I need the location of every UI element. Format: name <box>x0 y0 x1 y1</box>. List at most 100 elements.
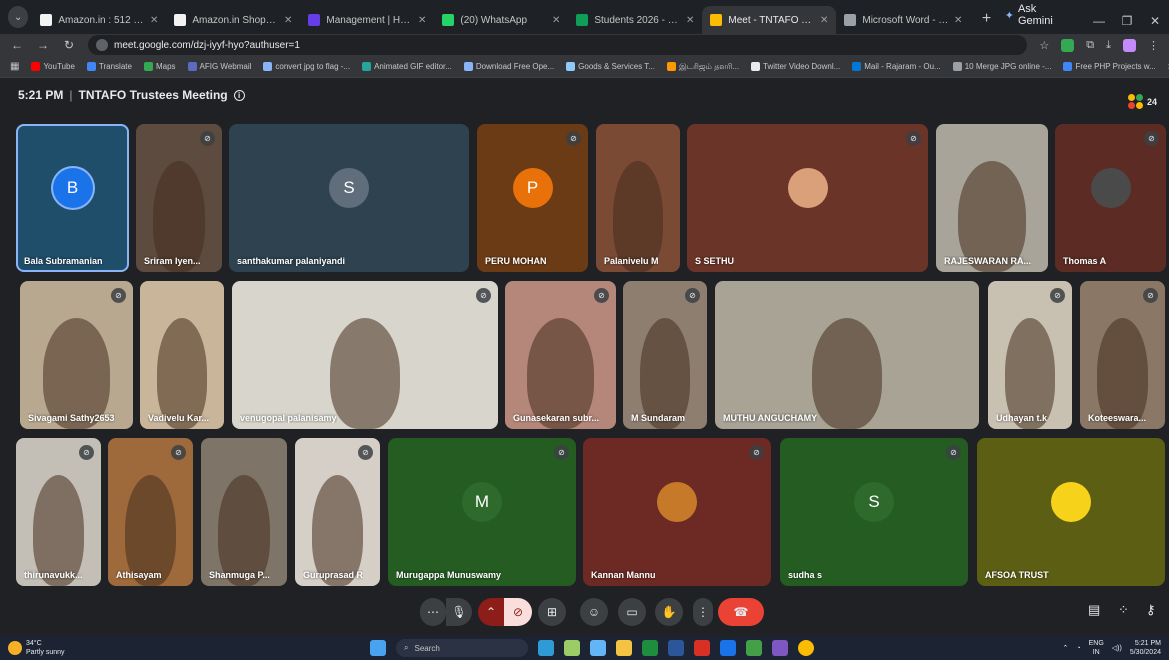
wifi-icon[interactable]: ◔ <box>1076 644 1080 653</box>
captions-button[interactable]: ▭ <box>618 598 646 626</box>
address-bar[interactable]: meet.google.com/dzj-iyyf-hyo?authuser=1 <box>88 35 1028 55</box>
tab-search-icon[interactable]: ⌄ <box>8 6 29 28</box>
close-window-icon[interactable]: ✕ <box>1141 14 1169 28</box>
browser-tab[interactable]: Amazon.in : 512 gb mobile ✕ <box>32 6 166 34</box>
participant-tile[interactable]: RAJESWARAN RA... <box>936 124 1048 272</box>
participant-tile[interactable]: ⊘ M Sundaram <box>623 281 707 429</box>
participant-tile[interactable]: ⊘ S SETHU <box>687 124 928 272</box>
browser-menu-icon[interactable]: ⋮ <box>1148 39 1159 52</box>
minimize-icon[interactable]: — <box>1085 14 1113 28</box>
extension-icon[interactable] <box>1061 38 1075 52</box>
bookmark-item[interactable]: இடரிஜம் தளரி... <box>666 62 739 72</box>
weather-widget[interactable]: 34°C Partly sunny <box>8 639 65 657</box>
camera-options-button[interactable]: ⌃ <box>478 598 504 626</box>
profile-avatar[interactable] <box>1123 38 1136 52</box>
meeting-info-icon[interactable]: i <box>233 89 245 101</box>
app-icon[interactable] <box>746 640 762 656</box>
chat-icon[interactable]: ▤ <box>1088 602 1100 618</box>
bookmark-item[interactable]: Maps <box>143 62 176 72</box>
tab-close-icon[interactable]: ✕ <box>284 15 292 26</box>
participant-tile[interactable]: ⊘ Athisayam <box>108 438 193 586</box>
participant-tile[interactable]: ⊘ Sivagami Sathy2653 <box>20 281 133 429</box>
restore-icon[interactable]: ❐ <box>1113 14 1141 28</box>
new-tab-button[interactable]: + <box>976 8 996 30</box>
participant-tile[interactable]: S ⊘ sudha s <box>780 438 968 586</box>
camera-toggle-button[interactable]: ⊘ <box>504 598 532 626</box>
participant-tile[interactable]: ⊘ Koteeswara... <box>1080 281 1165 429</box>
raise-hand-button[interactable]: ✋ <box>655 598 683 626</box>
bookmark-item[interactable]: Animated GIF editor... <box>362 62 452 72</box>
bookmark-item[interactable]: Download Free Ope... <box>463 62 554 72</box>
more-audio-options-button[interactable]: ⋯ <box>420 598 446 626</box>
participant-tile[interactable]: M ⊘ Murugappa Munuswamy <box>388 438 576 586</box>
people-app-icon[interactable] <box>564 640 580 656</box>
bookmark-star-icon[interactable]: ☆ <box>1039 39 1049 52</box>
app-icon[interactable] <box>694 640 710 656</box>
tab-close-icon[interactable]: ✕ <box>552 15 560 26</box>
participants-count-badge[interactable]: 24 <box>1128 94 1157 110</box>
ask-gemini-button[interactable]: ✦ Ask Gemini <box>1005 3 1069 27</box>
taskbar-search[interactable]: ⌕ Search <box>396 639 528 657</box>
word-app-icon[interactable] <box>668 640 684 656</box>
browser-tab[interactable]: Management | Hostinger ✕ <box>300 6 434 34</box>
browser-tab[interactable]: Students 2026 - Google She ✕ <box>568 6 702 34</box>
more-options-button[interactable]: ⋮ <box>693 598 713 626</box>
participant-tile[interactable]: ⊘ Guruprasad R <box>295 438 380 586</box>
browser-tab[interactable]: (20) WhatsApp ✕ <box>434 6 568 34</box>
taskbar-clock[interactable]: 5:21 PM 5/30/2024 <box>1130 639 1161 657</box>
bookmark-item[interactable]: Twitter Video Downl... <box>751 62 840 72</box>
participant-tile[interactable]: Shanmuga P... <box>201 438 287 586</box>
app-icon[interactable] <box>720 640 736 656</box>
volume-icon[interactable]: ◁)) <box>1112 644 1122 653</box>
participant-tile[interactable]: ⊘ Gunasekaran subr... <box>505 281 616 429</box>
tab-close-icon[interactable]: ✕ <box>954 15 962 26</box>
browser-tab[interactable]: Meet - TNTAFO Truste ✕ <box>702 6 837 34</box>
bookmark-item[interactable]: Free PHP Projects w... <box>1063 62 1156 72</box>
participant-tile[interactable]: B Bala Subramanian <box>16 124 129 272</box>
tab-close-icon[interactable]: ✕ <box>418 15 426 26</box>
tab-close-icon[interactable]: ✕ <box>150 15 158 26</box>
folder-app-icon[interactable] <box>616 640 632 656</box>
back-icon[interactable]: ← <box>10 38 24 52</box>
tab-close-icon[interactable]: ✕ <box>820 15 828 26</box>
bookmark-item[interactable]: 10 Merge JPG online -... <box>952 62 1051 72</box>
reload-icon[interactable]: ↻ <box>62 38 76 52</box>
browser-tab[interactable]: Microsoft Word - mn30ma ✕ <box>836 6 970 34</box>
participant-tile[interactable]: ⊘ thirunavukk... <box>16 438 101 586</box>
apps-grid-icon[interactable]: ▦ <box>10 61 19 72</box>
chrome-app-icon[interactable] <box>798 640 814 656</box>
participant-tile[interactable]: ⊘ venugopal palanisamy <box>232 281 498 429</box>
bookmark-item[interactable]: Translate <box>86 62 132 72</box>
reactions-button[interactable]: ☺ <box>580 598 608 626</box>
tab-close-icon[interactable]: ✕ <box>686 15 694 26</box>
activities-icon[interactable]: ⁘ <box>1118 602 1129 618</box>
participant-tile[interactable]: ⊘ Udhayan t.k <box>988 281 1072 429</box>
participant-tile[interactable]: AFSOA TRUST <box>977 438 1165 586</box>
tray-chevron-icon[interactable]: ⌃ <box>1063 644 1069 653</box>
participant-tile[interactable]: ⊘ Kannan Mannu <box>583 438 771 586</box>
present-screen-button[interactable]: ⊞ <box>538 598 566 626</box>
excel-app-icon[interactable] <box>642 640 658 656</box>
end-call-button[interactable]: ☎ <box>718 598 764 626</box>
start-windows-icon[interactable] <box>370 640 386 656</box>
site-info-icon[interactable] <box>96 39 108 51</box>
participant-tile[interactable]: Ssanthakumar palaniyandi <box>229 124 469 272</box>
forward-icon[interactable]: → <box>36 38 50 52</box>
bookmark-item[interactable]: Mail - Rajaram - Ou... <box>852 62 941 72</box>
files-app-icon[interactable] <box>590 640 606 656</box>
bookmark-item[interactable]: Goods & Services T... <box>566 62 655 72</box>
browser-tab[interactable]: Amazon.in Shopping Cart ✕ <box>166 6 300 34</box>
participant-tile[interactable]: ⊘ Sriram Iyen... <box>136 124 222 272</box>
bookmark-item[interactable]: YouTube <box>31 62 75 72</box>
host-controls-icon[interactable]: ⚷ <box>1146 602 1156 618</box>
participant-tile[interactable]: ⊘ Thomas A <box>1055 124 1166 272</box>
participant-tile[interactable]: Palanivelu M <box>596 124 680 272</box>
copilot-app-icon[interactable] <box>538 640 554 656</box>
bookmark-item[interactable]: convert jpg to flag -... <box>263 62 350 72</box>
download-icon[interactable]: ⤓ <box>1106 39 1111 52</box>
mic-button[interactable]: 🎙 <box>446 598 472 626</box>
extensions-puzzle-icon[interactable]: ⧉ <box>1086 39 1094 52</box>
app-icon[interactable] <box>772 640 788 656</box>
participant-tile[interactable]: Vadivelu Kar... <box>140 281 224 429</box>
bookmark-item[interactable]: AFIG Webmail <box>187 62 251 72</box>
